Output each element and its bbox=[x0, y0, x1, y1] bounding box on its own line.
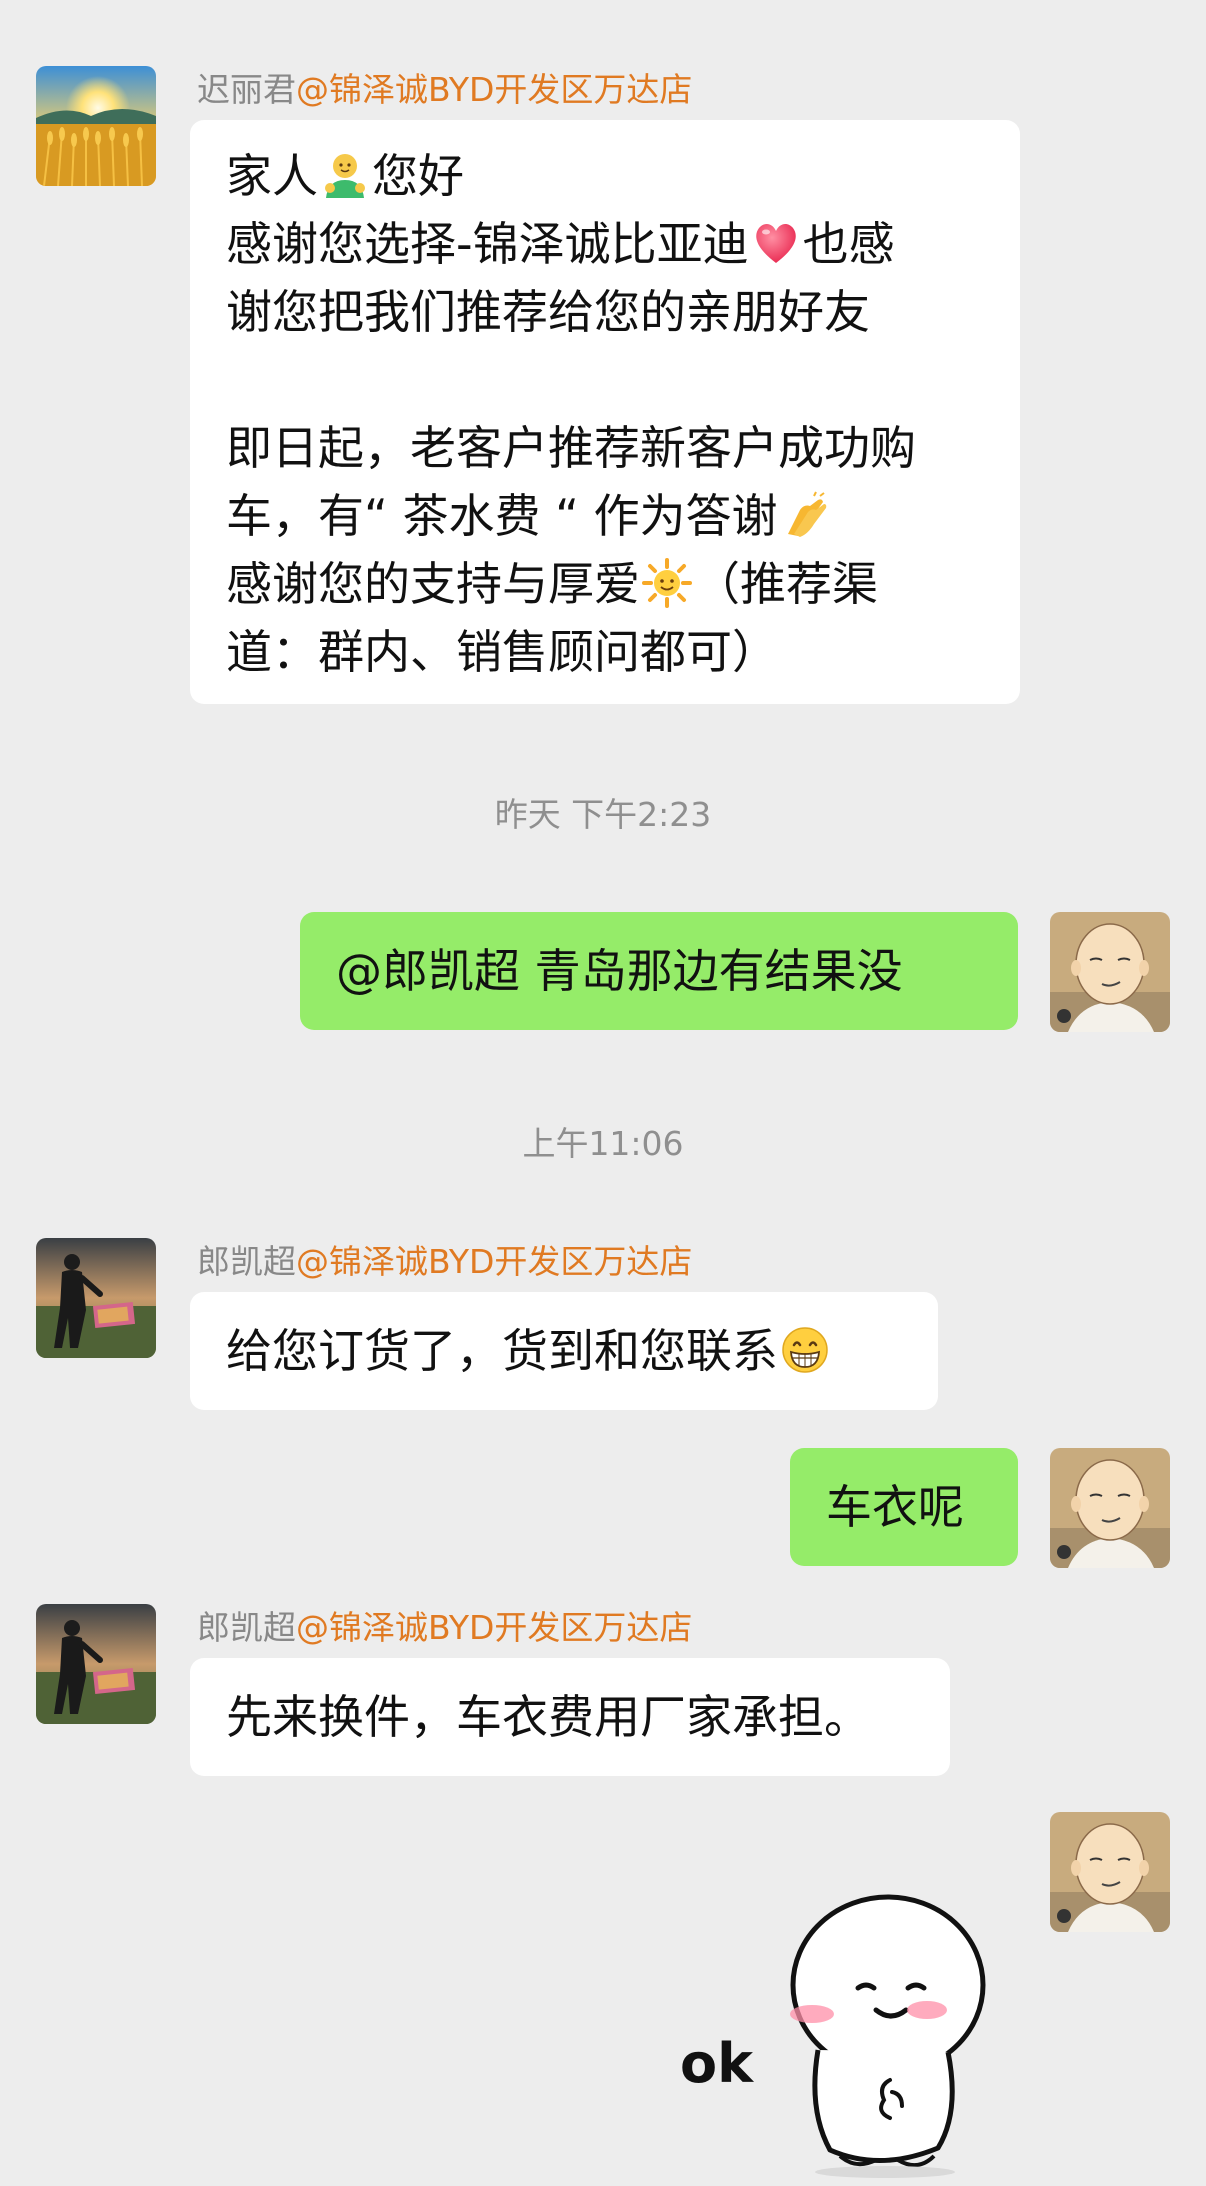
message-line: 车，有“ 茶水费 “ 作为答谢 bbox=[226, 482, 984, 550]
avatar-self[interactable] bbox=[1050, 912, 1170, 1032]
sender-name: 迟丽君 bbox=[197, 70, 296, 109]
message-line: 感谢您选择-锦泽诚比亚迪 也感 bbox=[226, 217, 895, 271]
message-line: 谢您把我们推荐给您的亲朋好友 bbox=[226, 285, 870, 339]
sticker-text: ok bbox=[680, 2032, 754, 2095]
message-bubble-m3[interactable]: 给您订货了，货到和您联系 bbox=[190, 1292, 938, 1410]
sender-name: 郎凯超 bbox=[197, 1242, 296, 1281]
hugging-person-emoji bbox=[320, 150, 370, 200]
message-line: 感谢您的支持与厚爱 （推荐渠 bbox=[226, 557, 878, 611]
grinning-face-emoji bbox=[780, 1325, 830, 1375]
avatar-self[interactable] bbox=[1050, 1812, 1170, 1932]
group-name: @锦泽诚BYD开发区万达店 bbox=[296, 1242, 693, 1281]
sender-line-m5: 郎凯超@锦泽诚BYD开发区万达店 bbox=[197, 1608, 692, 1648]
message-text: @郎凯超 青岛那边有结果没 bbox=[336, 944, 903, 998]
bald-hero-avatar-icon bbox=[1050, 912, 1170, 1032]
group-name: @锦泽诚BYD开发区万达店 bbox=[296, 1608, 693, 1647]
sun-emoji bbox=[642, 558, 692, 608]
sender-line-m3: 郎凯超@锦泽诚BYD开发区万达店 bbox=[197, 1242, 692, 1282]
message-bubble-m4[interactable]: 车衣呢 bbox=[790, 1448, 1018, 1566]
clapping-hands-emoji bbox=[780, 490, 830, 540]
avatar-sender-langkaichao[interactable] bbox=[36, 1604, 156, 1724]
wheat-field-sunset-icon bbox=[36, 66, 156, 186]
bald-hero-avatar-icon bbox=[1050, 1812, 1170, 1932]
timestamp: 上午11:06 bbox=[522, 1124, 684, 1163]
message-line: 给您订货了，货到和您联系 bbox=[226, 1317, 902, 1385]
message-line: 即日起，老客户推荐新客户成功购 bbox=[226, 421, 916, 475]
avatar-sender-langkaichao[interactable] bbox=[36, 1238, 156, 1358]
sender-name: 郎凯超 bbox=[197, 1608, 296, 1647]
ok-sticker[interactable]: ok bbox=[680, 1880, 1010, 2180]
message-bubble-m2[interactable]: @郎凯超 青岛那边有结果没 bbox=[300, 912, 1018, 1030]
avatar-self[interactable] bbox=[1050, 1448, 1170, 1568]
sender-line-m1: 迟丽君@锦泽诚BYD开发区万达店 bbox=[197, 70, 692, 110]
avatar-sender-chilijun[interactable] bbox=[36, 66, 156, 186]
heart-emoji bbox=[751, 218, 801, 268]
man-in-field-avatar-icon bbox=[36, 1238, 156, 1358]
message-text: 先来换件，车衣费用厂家承担。 bbox=[226, 1690, 870, 1744]
message-line: 道：群内、销售顾问都可） bbox=[226, 625, 778, 679]
group-name: @锦泽诚BYD开发区万达店 bbox=[296, 70, 693, 109]
timestamp: 昨天 下午2:23 bbox=[494, 795, 712, 834]
bald-hero-avatar-icon bbox=[1050, 1448, 1170, 1568]
message-bubble-m1[interactable]: 家人 您好 感谢您选择-锦泽诚比亚迪 也感 谢您把我们推荐给您的亲朋好友 即日起，老… bbox=[190, 120, 1020, 704]
message-text: 车衣呢 bbox=[826, 1480, 964, 1534]
message-bubble-m5[interactable]: 先来换件，车衣费用厂家承担。 bbox=[190, 1658, 950, 1776]
ok-sticker-icon: ok bbox=[680, 1894, 986, 2178]
message-line: 家人 您好 bbox=[226, 149, 464, 203]
man-in-field-avatar-icon bbox=[36, 1604, 156, 1724]
